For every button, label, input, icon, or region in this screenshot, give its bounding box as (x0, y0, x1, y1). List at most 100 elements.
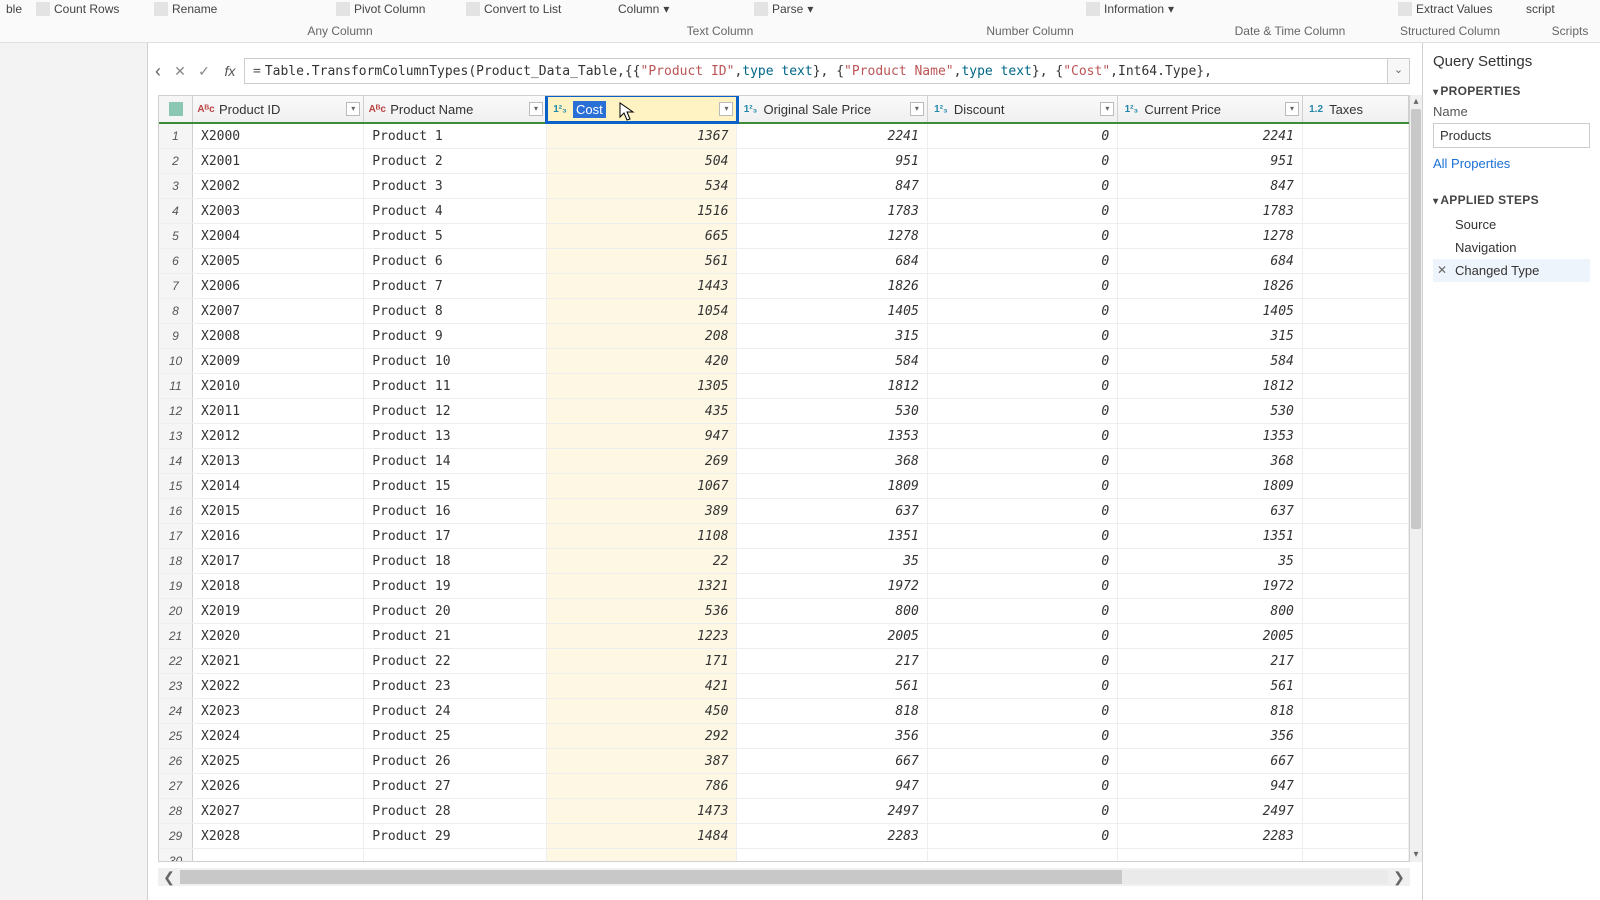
row-number[interactable]: 30 (159, 849, 193, 861)
cell-cost[interactable]: 786 (547, 774, 737, 798)
table-row[interactable]: 2X2001Product 25049510951 (159, 149, 1409, 174)
cell-cost[interactable]: 420 (547, 349, 737, 373)
cell-product-name[interactable]: Product 2 (364, 149, 547, 173)
cell-product-name[interactable]: Product 4 (364, 199, 547, 223)
cell-product-name[interactable]: Product 3 (364, 174, 547, 198)
cell-current-price[interactable]: 1826 (1118, 274, 1303, 298)
scroll-thumb[interactable] (180, 870, 1122, 884)
cell-product-name[interactable]: Product 29 (364, 824, 547, 848)
cell-current-price[interactable]: 667 (1118, 749, 1303, 773)
cell-taxes[interactable] (1303, 274, 1409, 298)
cell-cost[interactable]: 1321 (547, 574, 737, 598)
table-menu-button[interactable] (159, 96, 193, 122)
table-row[interactable]: 3X2002Product 35348470847 (159, 174, 1409, 199)
row-number[interactable]: 11 (159, 374, 193, 398)
split-column-button[interactable]: Column ▾ (612, 0, 675, 18)
table-row[interactable]: 6X2005Product 65616840684 (159, 249, 1409, 274)
cell-current-price[interactable]: 951 (1118, 149, 1303, 173)
row-number[interactable]: 13 (159, 424, 193, 448)
row-number[interactable]: 28 (159, 799, 193, 823)
row-number[interactable]: 10 (159, 349, 193, 373)
row-number[interactable]: 18 (159, 549, 193, 573)
cell-taxes[interactable] (1303, 824, 1409, 848)
cell-product-name[interactable]: Product 26 (364, 749, 547, 773)
row-number[interactable]: 27 (159, 774, 193, 798)
cell-product-id[interactable]: X2003 (193, 199, 364, 223)
scroll-track[interactable] (180, 870, 1388, 884)
cell-original-sale-price[interactable]: 818 (737, 699, 927, 723)
cell-original-sale-price[interactable]: 1826 (737, 274, 927, 298)
cell-original-sale-price[interactable]: 1812 (737, 374, 927, 398)
cell-cost[interactable]: 421 (547, 674, 737, 698)
extract-values-button[interactable]: Extract Values (1392, 0, 1498, 18)
row-number[interactable]: 2 (159, 149, 193, 173)
row-number[interactable]: 20 (159, 599, 193, 623)
cell-current-price[interactable]: 2005 (1118, 624, 1303, 648)
vertical-scrollbar[interactable]: ▴ ▾ (1410, 95, 1422, 862)
cell-discount[interactable]: 0 (928, 474, 1118, 498)
cell-cost[interactable]: 171 (547, 649, 737, 673)
cell-product-name[interactable]: Product 23 (364, 674, 547, 698)
step-source[interactable]: Source (1433, 213, 1590, 236)
row-number[interactable]: 21 (159, 624, 193, 648)
cell-discount[interactable]: 0 (928, 149, 1118, 173)
filter-dropdown-icon[interactable]: ▾ (529, 102, 543, 116)
cell-cost[interactable]: 269 (547, 449, 737, 473)
cell-current-price[interactable] (1118, 849, 1303, 861)
cell-taxes[interactable] (1303, 799, 1409, 823)
table-row[interactable]: 1X2000Product 11367224102241 (159, 124, 1409, 149)
column-header-original-sale-price[interactable]: 1²₃ Original Sale Price ▾ (737, 96, 927, 122)
cell-taxes[interactable] (1303, 174, 1409, 198)
table-row[interactable]: 27X2026Product 277869470947 (159, 774, 1409, 799)
query-name-input[interactable]: Products (1433, 123, 1590, 148)
row-number[interactable]: 1 (159, 124, 193, 148)
cell-discount[interactable]: 0 (928, 499, 1118, 523)
row-number[interactable]: 6 (159, 249, 193, 273)
scroll-down-button[interactable]: ▾ (1410, 848, 1422, 862)
cell-cost[interactable]: 947 (547, 424, 737, 448)
scroll-left-button[interactable]: ❮ (158, 869, 180, 886)
row-number[interactable]: 17 (159, 524, 193, 548)
queries-pane[interactable] (0, 43, 148, 900)
cell-product-id[interactable]: X2012 (193, 424, 364, 448)
convert-to-list-button[interactable]: Convert to List (460, 0, 567, 18)
table-row[interactable]: 19X2018Product 191321197201972 (159, 574, 1409, 599)
cell-cost[interactable]: 1108 (547, 524, 737, 548)
column-header-product-name[interactable]: Aᴮc Product Name ▾ (364, 96, 547, 122)
cell-cost[interactable]: 534 (547, 174, 737, 198)
cell-current-price[interactable]: 684 (1118, 249, 1303, 273)
cell-cost[interactable]: 435 (547, 399, 737, 423)
cell-discount[interactable]: 0 (928, 824, 1118, 848)
table-row[interactable]: 22X2021Product 221712170217 (159, 649, 1409, 674)
table-row[interactable]: 17X2016Product 171108135101351 (159, 524, 1409, 549)
filter-dropdown-icon[interactable]: ▾ (719, 102, 733, 116)
cell-product-name[interactable]: Product 20 (364, 599, 547, 623)
cell-product-id[interactable]: X2009 (193, 349, 364, 373)
cell-taxes[interactable] (1303, 399, 1409, 423)
cell-discount[interactable] (928, 849, 1118, 861)
row-number[interactable]: 29 (159, 824, 193, 848)
applied-steps-header[interactable]: APPLIED STEPS (1433, 193, 1590, 207)
cell-original-sale-price[interactable]: 2283 (737, 824, 927, 848)
cell-discount[interactable]: 0 (928, 599, 1118, 623)
cell-product-name[interactable]: Product 12 (364, 399, 547, 423)
cell-product-name[interactable]: Product 15 (364, 474, 547, 498)
cell-cost[interactable]: 1305 (547, 374, 737, 398)
table-row[interactable]: 11X2010Product 111305181201812 (159, 374, 1409, 399)
cell-original-sale-price[interactable]: 1405 (737, 299, 927, 323)
cell-original-sale-price[interactable]: 947 (737, 774, 927, 798)
row-number[interactable]: 8 (159, 299, 193, 323)
rename-button[interactable]: Rename (148, 0, 223, 18)
filter-dropdown-icon[interactable]: ▾ (346, 102, 360, 116)
formula-accept-button[interactable]: ✓ (192, 63, 216, 80)
column-header-current-price[interactable]: 1²₃ Current Price ▾ (1118, 96, 1303, 122)
script-button[interactable]: script (1520, 0, 1561, 18)
cell-taxes[interactable] (1303, 524, 1409, 548)
cell-product-name[interactable]: Product 17 (364, 524, 547, 548)
cell-product-name[interactable]: Product 8 (364, 299, 547, 323)
row-number[interactable]: 26 (159, 749, 193, 773)
cell-current-price[interactable]: 1809 (1118, 474, 1303, 498)
cell-product-id[interactable] (193, 849, 364, 861)
table-row[interactable]: 29X2028Product 291484228302283 (159, 824, 1409, 849)
cell-current-price[interactable]: 1783 (1118, 199, 1303, 223)
